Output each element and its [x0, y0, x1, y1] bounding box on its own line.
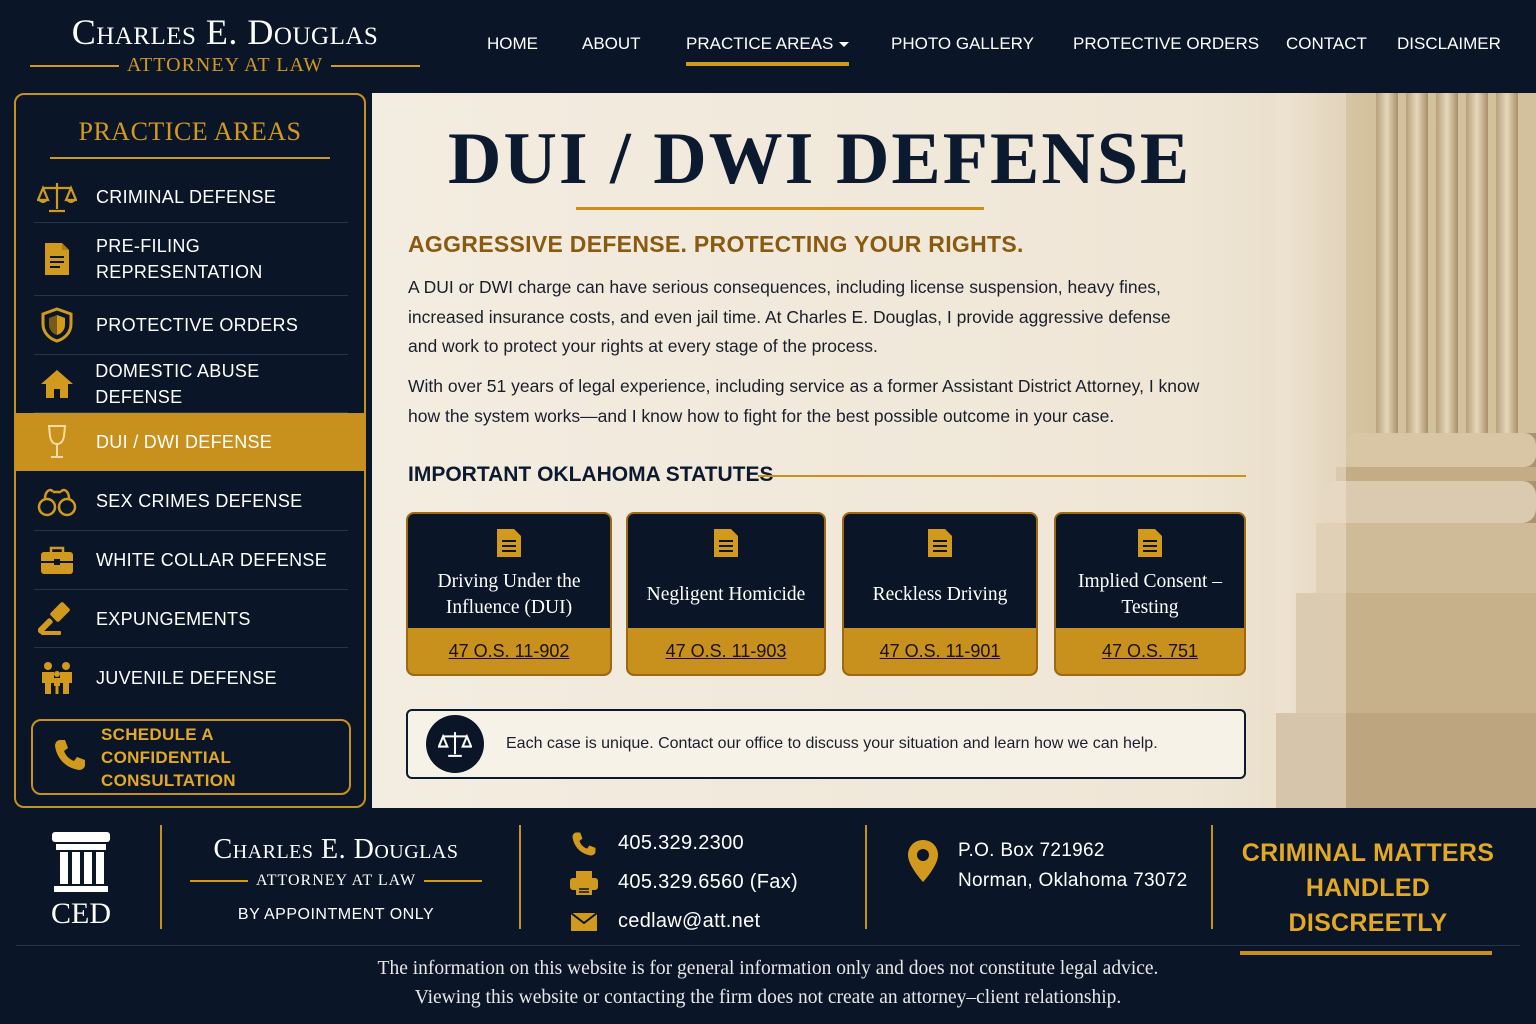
footer-contact: 405.329.2300 405.329.6560 (Fax) cedlaw@a… — [566, 824, 798, 941]
sidebar-item-expungements[interactable]: EXPUNGEMENTS — [34, 590, 348, 648]
document-icon — [1136, 527, 1164, 564]
shield-icon — [34, 307, 80, 343]
document-icon — [926, 527, 954, 564]
nav-disclaimer[interactable]: DISCLAIMER — [1397, 34, 1501, 54]
house-icon — [34, 368, 79, 400]
document-icon — [495, 527, 523, 564]
footer-phone[interactable]: 405.329.2300 — [566, 824, 798, 863]
pillar-icon — [50, 832, 112, 898]
legal-disclaimer: The information on this website is for g… — [377, 958, 1159, 1008]
statute-card-reckless-driving[interactable]: Reckless Driving 47 O.S. 11-901 — [842, 512, 1038, 676]
statute-title: Driving Under the Influence (DUI) — [437, 571, 581, 618]
experience-paragraph: With over 51 years of legal experience, … — [408, 376, 1200, 426]
nav-practice-areas[interactable]: PRACTICE AREAS — [686, 34, 850, 66]
nav-photo-gallery[interactable]: PHOTO GALLERY — [891, 34, 1034, 54]
fax-icon — [566, 870, 602, 896]
gavel-icon — [34, 601, 80, 637]
statute-card-implied-consent[interactable]: Implied Consent – Testing 47 O.S. 751 — [1054, 512, 1246, 676]
notice-text: Each case is unique. Contact our office … — [506, 735, 1158, 752]
nav-contact[interactable]: CONTACT — [1286, 34, 1367, 54]
column-image — [1276, 93, 1536, 808]
statute-title: Implied Consent – Testing — [1077, 571, 1223, 618]
footer-tagline: CRIMINAL MATTERS HANDLED DISCREETLY — [1240, 836, 1496, 955]
footer-fax: 405.329.6560 (Fax) — [566, 863, 798, 902]
sidebar-item-criminal-defense[interactable]: CRIMINAL DEFENSE — [34, 171, 348, 223]
phone-icon — [53, 738, 87, 777]
sidebar-item-protective-orders[interactable]: PROTECTIVE ORDERS — [34, 296, 348, 355]
document-icon — [34, 241, 80, 277]
case-notice: Each case is unique. Contact our office … — [406, 709, 1246, 779]
statute-card-negligent-homicide[interactable]: Negligent Homicide 47 O.S. 11-903 — [626, 512, 826, 676]
envelope-icon — [566, 911, 602, 932]
sidebar-item-white-collar[interactable]: WHITE COLLAR DEFENSE — [34, 531, 348, 590]
site-header: Charles E. Douglas ATTORNEY AT LAW HOME … — [0, 0, 1536, 92]
page-title: DUI / DWI DEFENSE — [448, 118, 1192, 200]
statute-link[interactable]: 47 O.S. 11-903 — [628, 628, 824, 674]
briefcase-icon — [34, 544, 80, 576]
nav-home[interactable]: HOME — [487, 34, 538, 54]
site-footer: CED Charles E. Douglas ATTORNEY AT LAW B… — [0, 808, 1536, 1024]
sidebar-item-dui-dwi[interactable]: DUI / DWI DEFENSE — [16, 413, 364, 471]
statute-card-dui[interactable]: Driving Under the Influence (DUI) 47 O.S… — [406, 512, 612, 676]
sidebar-item-domestic-abuse[interactable]: DOMESTIC ABUSE DEFENSE — [34, 355, 348, 413]
sidebar-item-sex-crimes[interactable]: SEX CRIMES DEFENSE — [34, 471, 348, 531]
intro-paragraph: A DUI or DWI charge can have serious con… — [408, 277, 1171, 356]
nav-about[interactable]: ABOUT — [582, 34, 641, 54]
footer-address: P.O. Box 721962 Norman, Oklahoma 73072 — [906, 836, 1187, 896]
document-icon — [712, 527, 740, 564]
statute-link[interactable]: 47 O.S. 11-901 — [844, 628, 1036, 674]
tagline: AGGRESSIVE DEFENSE. PROTECTING YOUR RIGH… — [408, 231, 1024, 257]
wine-glass-icon — [34, 424, 80, 460]
logo-name: Charles E. Douglas — [71, 12, 379, 52]
footer-logo: CED — [46, 830, 116, 931]
handcuffs-icon — [34, 484, 80, 518]
practice-areas-sidebar: PRACTICE AREAS CRIMINAL DEFENSE PRE-FILI… — [14, 93, 366, 808]
site-logo[interactable]: Charles E. Douglas ATTORNEY AT LAW — [30, 12, 421, 77]
sidebar-item-pre-filing[interactable]: PRE-FILING REPRESENTATION — [34, 223, 348, 296]
map-pin-icon — [906, 838, 940, 896]
footer-email[interactable]: cedlaw@att.net — [566, 902, 798, 941]
appointment-note: BY APPOINTMENT ONLY — [237, 906, 435, 923]
footer-firm-name: Charles E. Douglas ATTORNEY AT LAW BY AP… — [190, 834, 482, 924]
scales-icon — [34, 180, 80, 214]
footer-logo-text: CED — [51, 897, 111, 930]
statute-link[interactable]: 47 O.S. 11-902 — [408, 628, 610, 674]
nav-protective-orders[interactable]: PROTECTIVE ORDERS — [1073, 34, 1259, 54]
sidebar-item-juvenile[interactable]: JUVENILE DEFENSE — [34, 648, 348, 708]
sidebar-title: PRACTICE AREAS — [78, 117, 302, 146]
chevron-down-icon — [839, 42, 850, 48]
logo-subtitle: ATTORNEY AT LAW — [126, 54, 324, 76]
family-icon — [34, 661, 80, 695]
statute-title: Reckless Driving — [872, 584, 1008, 605]
main-content: DUI / DWI DEFENSE AGGRESSIVE DEFENSE. PR… — [372, 93, 1536, 808]
statute-title: Negligent Homicide — [646, 584, 806, 605]
statute-link[interactable]: 47 O.S. 751 — [1056, 628, 1244, 674]
phone-icon — [566, 831, 602, 857]
schedule-consultation-button[interactable]: SCHEDULE A CONFIDENTIAL CONSULTATION — [31, 719, 351, 795]
scales-icon — [426, 715, 484, 773]
statutes-heading: IMPORTANT OKLAHOMA STATUTES — [408, 463, 774, 486]
